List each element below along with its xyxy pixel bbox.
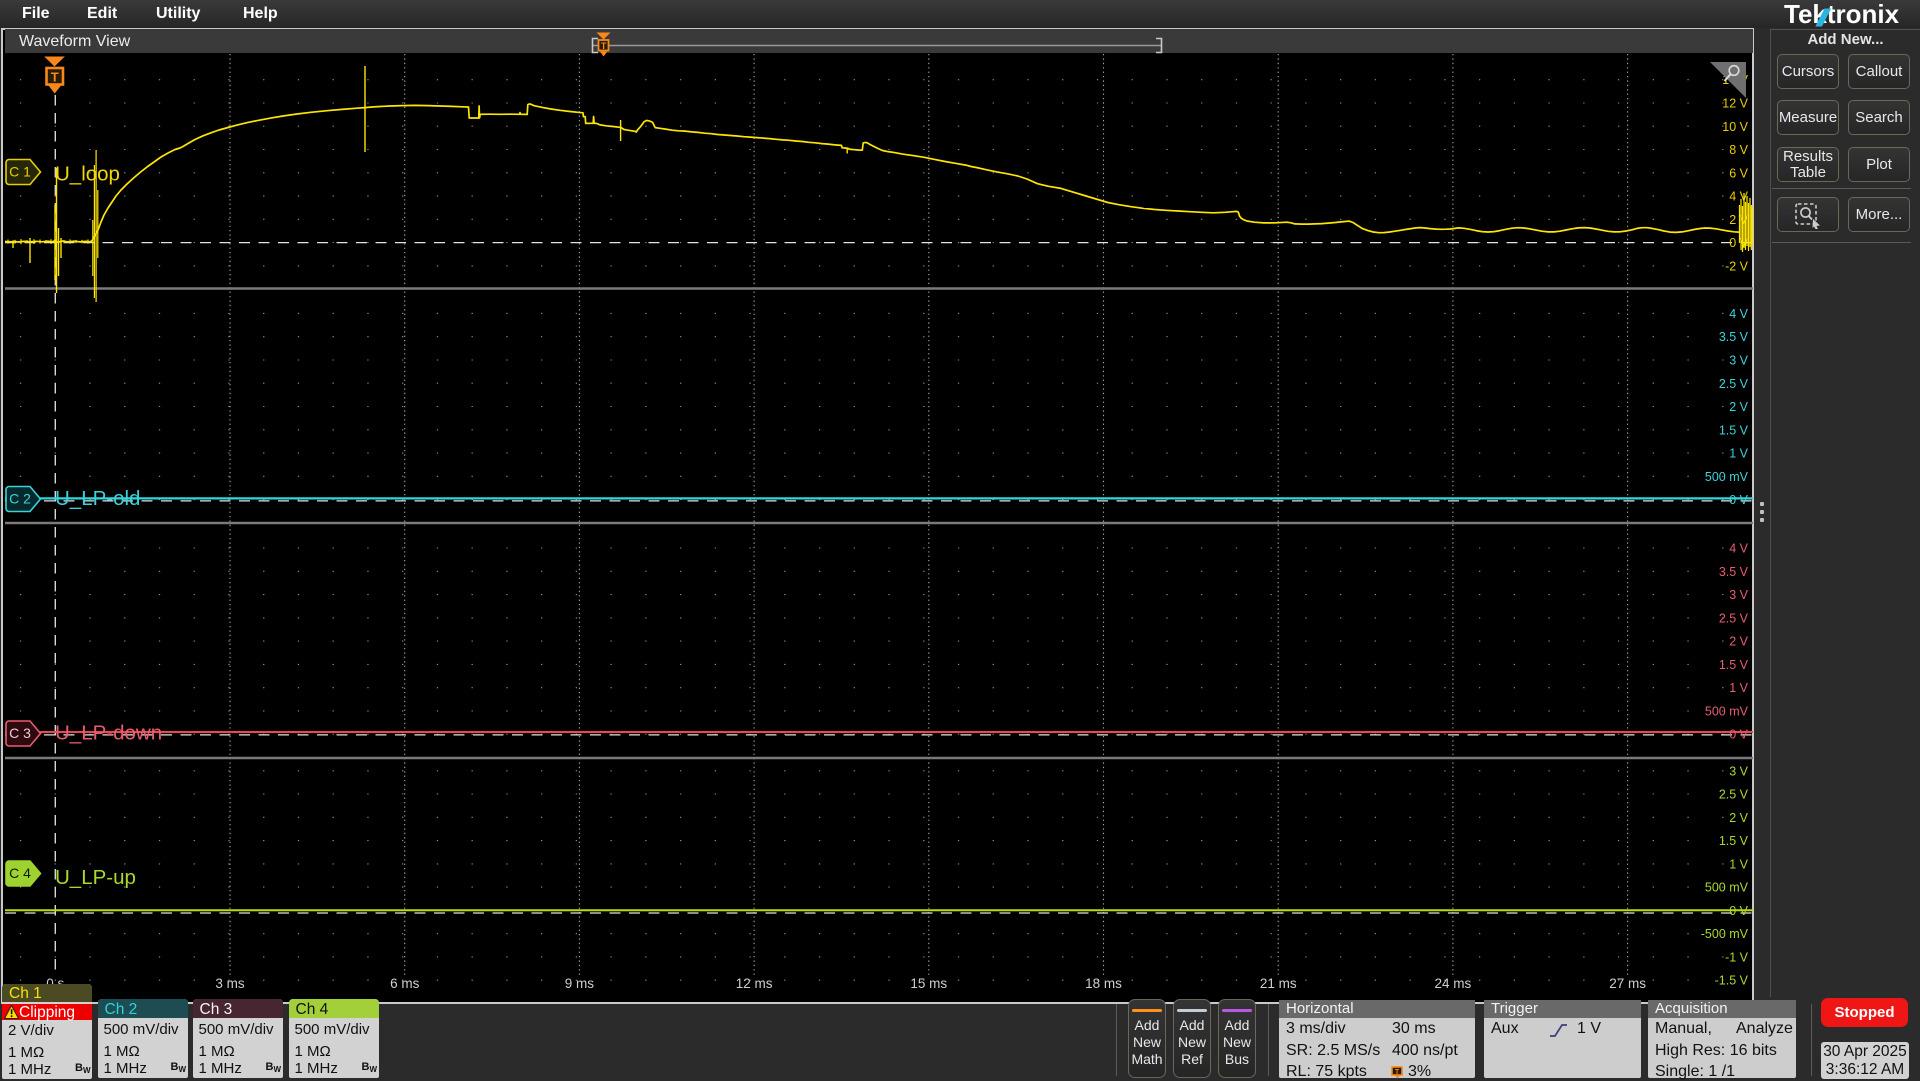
svg-text:U_LP-down: U_LP-down bbox=[55, 722, 162, 745]
svg-text:1 V: 1 V bbox=[1729, 681, 1748, 695]
svg-text:2 V: 2 V bbox=[1729, 811, 1748, 825]
svg-text:2.5 V: 2.5 V bbox=[1719, 377, 1749, 391]
svg-text:T: T bbox=[601, 41, 607, 51]
svg-text:2.5 V: 2.5 V bbox=[1719, 611, 1749, 625]
svg-text:U_LP-up: U_LP-up bbox=[55, 866, 136, 889]
svg-text:500 mV: 500 mV bbox=[1705, 470, 1749, 484]
svg-text:4 V: 4 V bbox=[1729, 307, 1748, 321]
svg-text:27 ms: 27 ms bbox=[1609, 976, 1646, 991]
svg-text:6 ms: 6 ms bbox=[390, 976, 420, 991]
svg-text:T: T bbox=[1395, 1069, 1400, 1076]
svg-text:4 V: 4 V bbox=[1729, 542, 1748, 556]
svg-text:3.5 V: 3.5 V bbox=[1719, 330, 1749, 344]
svg-text:Tektronix: Tektronix bbox=[1784, 0, 1900, 28]
svg-text:500 mV: 500 mV bbox=[1705, 881, 1749, 895]
svg-text:6 V: 6 V bbox=[1729, 166, 1748, 180]
svg-text:1 V: 1 V bbox=[1729, 857, 1748, 871]
svg-text:-1.5 V: -1.5 V bbox=[1715, 974, 1749, 988]
svg-text:T: T bbox=[51, 70, 59, 85]
svg-text:1 V: 1 V bbox=[1729, 447, 1748, 461]
svg-text:C 3: C 3 bbox=[9, 725, 31, 741]
svg-text:C 2: C 2 bbox=[9, 491, 31, 507]
svg-text:-2 V: -2 V bbox=[1725, 259, 1749, 273]
svg-text:12 V: 12 V bbox=[1722, 97, 1748, 111]
svg-text:10 V: 10 V bbox=[1722, 120, 1748, 134]
svg-text:1.5 V: 1.5 V bbox=[1719, 834, 1749, 848]
svg-text:U_LP-old: U_LP-old bbox=[55, 487, 140, 510]
svg-text:3.5 V: 3.5 V bbox=[1719, 565, 1749, 579]
svg-text:0 V: 0 V bbox=[1729, 728, 1748, 742]
svg-text:1.5 V: 1.5 V bbox=[1719, 658, 1749, 672]
svg-text:21 ms: 21 ms bbox=[1260, 976, 1297, 991]
svg-text:3 V: 3 V bbox=[1729, 354, 1748, 368]
svg-text:3 V: 3 V bbox=[1729, 764, 1748, 778]
svg-text:-500 mV: -500 mV bbox=[1701, 927, 1749, 941]
svg-text:15 ms: 15 ms bbox=[910, 976, 947, 991]
svg-text:18 ms: 18 ms bbox=[1085, 976, 1122, 991]
svg-text:C 4: C 4 bbox=[9, 865, 31, 881]
svg-text:0 V: 0 V bbox=[1729, 904, 1748, 918]
svg-text:2 V: 2 V bbox=[1729, 400, 1748, 414]
svg-text:-1 V: -1 V bbox=[1725, 950, 1749, 964]
svg-text:3 V: 3 V bbox=[1729, 588, 1748, 602]
svg-text:C 1: C 1 bbox=[9, 164, 31, 180]
svg-text:12 ms: 12 ms bbox=[736, 976, 773, 991]
svg-text:500 mV: 500 mV bbox=[1705, 704, 1749, 718]
svg-text:9 ms: 9 ms bbox=[565, 976, 595, 991]
svg-text:3 ms: 3 ms bbox=[215, 976, 245, 991]
svg-text:4 V: 4 V bbox=[1729, 190, 1748, 204]
svg-text:U_loop: U_loop bbox=[55, 163, 120, 186]
svg-text:2.5 V: 2.5 V bbox=[1719, 788, 1749, 802]
svg-text:8 V: 8 V bbox=[1729, 143, 1748, 157]
svg-text:0 V: 0 V bbox=[1729, 493, 1748, 507]
svg-text:1.5 V: 1.5 V bbox=[1719, 423, 1749, 437]
svg-text:2 V: 2 V bbox=[1729, 635, 1748, 649]
svg-text:24 ms: 24 ms bbox=[1435, 976, 1472, 991]
